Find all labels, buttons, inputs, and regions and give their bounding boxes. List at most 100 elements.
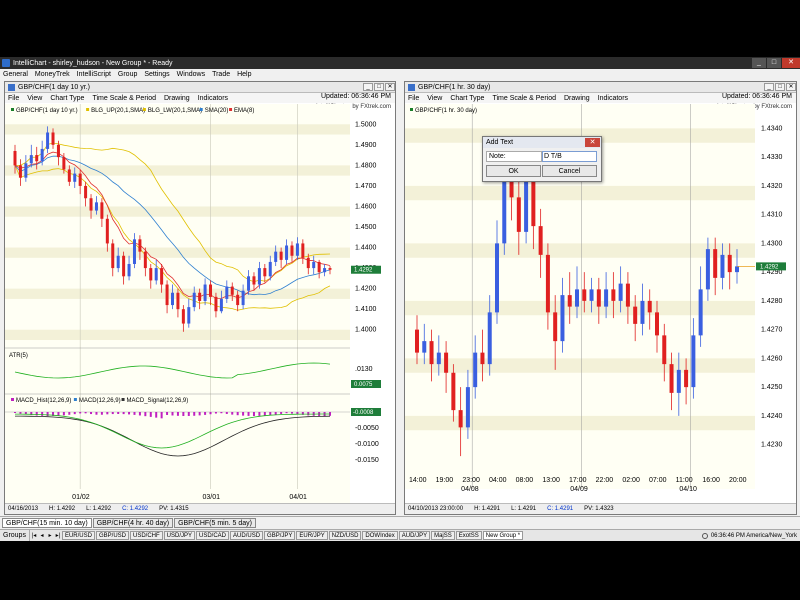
left-candle bbox=[328, 268, 332, 270]
menu-group[interactable]: Group bbox=[118, 71, 137, 78]
minimize-button[interactable]: _ bbox=[752, 58, 766, 68]
dialog-title: Add Text bbox=[486, 139, 514, 146]
left-candle bbox=[285, 245, 289, 260]
right-grid-band bbox=[405, 358, 755, 373]
tab-nav-next-icon[interactable]: ▸ bbox=[46, 532, 54, 539]
right-menu-drawing[interactable]: Drawing bbox=[564, 95, 590, 102]
right-y-tick: 1.4300 bbox=[761, 240, 783, 247]
right-y-tick: 1.4270 bbox=[761, 327, 783, 334]
close-button[interactable]: ✕ bbox=[782, 58, 800, 68]
left-candle bbox=[312, 261, 316, 269]
left-macd-hist-bar bbox=[242, 412, 245, 416]
group-tab-gbpjpy[interactable]: GBP/JPY bbox=[264, 531, 296, 540]
note-input[interactable] bbox=[542, 151, 597, 162]
left-macd-badge: -0.0008 bbox=[353, 410, 374, 416]
group-tab-eurusd[interactable]: EUR/USD bbox=[61, 531, 95, 540]
tab-nav-prev-icon[interactable]: ◂ bbox=[38, 532, 46, 539]
tab-nav-first-icon[interactable]: |◂ bbox=[30, 532, 38, 539]
group-tab-audusd[interactable]: AUD/USD bbox=[230, 531, 264, 540]
group-tab-eurjpy[interactable]: EUR/JPY bbox=[296, 531, 328, 540]
groups-label[interactable]: Groups bbox=[0, 529, 30, 541]
right-x-tick: 08:00 bbox=[516, 477, 534, 484]
left-macd-hist-bar bbox=[128, 412, 131, 415]
right-candle bbox=[422, 341, 427, 353]
group-tab-exotss[interactable]: ExotSS bbox=[455, 531, 482, 540]
left-candle bbox=[263, 268, 267, 277]
left-legend-swatch bbox=[86, 108, 90, 111]
left-candle bbox=[214, 296, 218, 312]
maximize-button[interactable]: □ bbox=[767, 58, 781, 68]
right-x-tick: 02:00 bbox=[622, 477, 640, 484]
right-updated-time: Updated: 06:36:46 PM bbox=[721, 93, 792, 100]
left-candle bbox=[181, 309, 185, 324]
right-candle bbox=[691, 335, 696, 388]
left-chart-plot[interactable]: 1.5000 1.4900 1.4800 1.4700 1.4600 1.4500 1.44… bbox=[5, 104, 395, 504]
left-macd-hist-bar bbox=[252, 412, 255, 416]
left-menu-drawing[interactable]: Drawing bbox=[164, 95, 190, 102]
right-menu-view[interactable]: View bbox=[427, 95, 442, 102]
dialog-buttons: OK Cancel bbox=[486, 165, 598, 177]
left-y-tick: 1.4200 bbox=[355, 286, 377, 293]
right-status-date: 04/10/2013 23:00:00 bbox=[408, 506, 464, 512]
left-menu-time-scale[interactable]: Time Scale & Period bbox=[92, 95, 156, 102]
group-tab-nzdusd[interactable]: NZD/USD bbox=[328, 531, 362, 540]
group-tab-new-group[interactable]: New Group * bbox=[482, 531, 524, 540]
left-candle bbox=[171, 292, 174, 306]
right-candle bbox=[698, 289, 703, 336]
menu-settings[interactable]: Settings bbox=[144, 71, 169, 78]
left-candle bbox=[198, 292, 202, 301]
group-tab-usdcad[interactable]: USD/CAD bbox=[196, 531, 230, 540]
left-macd-hist-bar bbox=[35, 412, 38, 416]
menu-trade[interactable]: Trade bbox=[212, 71, 230, 78]
left-menu-chart-type[interactable]: Chart Type bbox=[50, 95, 84, 102]
left-menu-view[interactable]: View bbox=[27, 95, 42, 102]
left-grid-band bbox=[5, 165, 350, 176]
group-tab-dowindex[interactable]: DOWIndex bbox=[362, 531, 398, 540]
right-x-tick: 22:00 bbox=[596, 477, 614, 484]
menu-moneytrek[interactable]: MoneyTrek bbox=[35, 71, 70, 78]
right-menu-indicators[interactable]: Indicators bbox=[598, 95, 628, 102]
chart-tab-4hr[interactable]: GBP/CHF(4 hr. 40 day) bbox=[92, 517, 174, 528]
left-close-button[interactable]: ✕ bbox=[385, 83, 395, 91]
right-menu-time-scale[interactable]: Time Scale & Period bbox=[492, 95, 556, 102]
right-candle bbox=[516, 197, 521, 232]
menu-help[interactable]: Help bbox=[237, 71, 251, 78]
right-close-button[interactable]: ✕ bbox=[786, 83, 796, 91]
left-macd-legend-label: MACD_Signal(12,26,9) bbox=[127, 398, 189, 404]
tab-nav-last-icon[interactable]: ▸| bbox=[54, 532, 62, 539]
right-minimize-button[interactable]: _ bbox=[764, 83, 774, 91]
group-tab-majss[interactable]: MajSS bbox=[431, 531, 455, 540]
dialog-close-button[interactable]: ✕ bbox=[585, 138, 600, 147]
right-menu-file[interactable]: File bbox=[408, 95, 419, 102]
left-macd-hist-bar bbox=[133, 412, 136, 415]
menu-intelliscript[interactable]: IntelliScript bbox=[77, 71, 111, 78]
app-icon bbox=[2, 59, 10, 67]
left-minimize-button[interactable]: _ bbox=[363, 83, 373, 91]
left-macd-hist-bar bbox=[155, 412, 158, 418]
right-menu-chart-type[interactable]: Chart Type bbox=[450, 95, 484, 102]
left-maximize-button[interactable]: □ bbox=[374, 83, 384, 91]
group-tab-usdjpy[interactable]: USD/JPY bbox=[163, 531, 196, 540]
ok-button[interactable]: OK bbox=[486, 165, 541, 177]
right-candle bbox=[618, 283, 623, 301]
left-candle bbox=[56, 144, 60, 158]
menu-windows[interactable]: Windows bbox=[177, 71, 205, 78]
chart-tab-15min[interactable]: GBP/CHF(15 min. 10 day) bbox=[2, 517, 92, 528]
left-price-badge: 1.4292 bbox=[354, 268, 373, 274]
group-tab-usdchf[interactable]: USD/CHF bbox=[130, 531, 163, 540]
left-legend-label: BLG_UP(20,1,SMA) bbox=[91, 108, 145, 114]
left-y-tick: 1.4600 bbox=[355, 203, 377, 210]
chart-tab-5min[interactable]: GBP/CHF(5 min. 5 day) bbox=[174, 517, 256, 528]
cancel-button[interactable]: Cancel bbox=[542, 165, 597, 177]
group-tab-audjpy[interactable]: AUD/JPY bbox=[398, 531, 431, 540]
right-candle bbox=[713, 249, 718, 278]
left-menu-indicators[interactable]: Indicators bbox=[198, 95, 228, 102]
right-candle bbox=[604, 289, 609, 307]
left-status-close: C: 1.4292 bbox=[122, 506, 149, 512]
menu-general[interactable]: General bbox=[3, 71, 28, 78]
left-candle bbox=[24, 163, 28, 178]
left-menu-file[interactable]: File bbox=[8, 95, 19, 102]
right-maximize-button[interactable]: □ bbox=[775, 83, 785, 91]
left-candle bbox=[100, 202, 104, 219]
group-tab-gbpusd[interactable]: GBP/USD bbox=[95, 531, 129, 540]
